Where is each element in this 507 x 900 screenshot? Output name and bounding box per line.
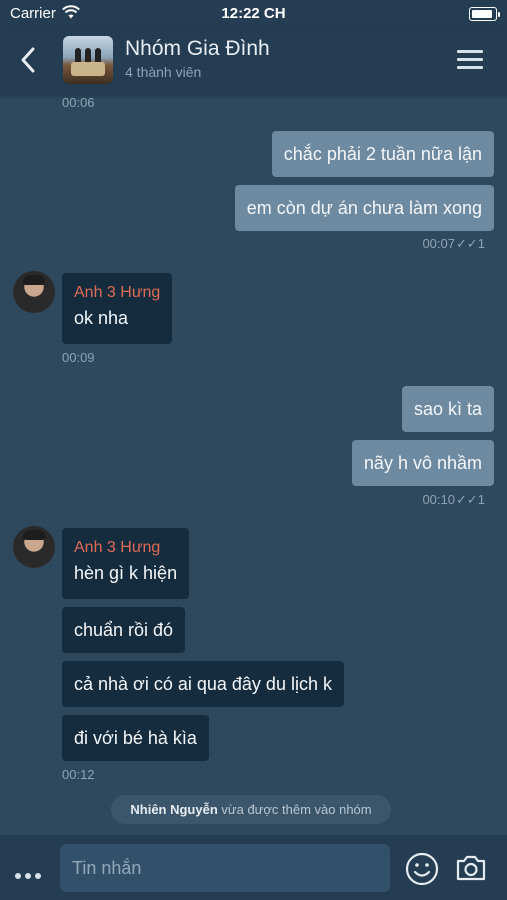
added-member-name: Nhiên Nguyễn bbox=[130, 802, 218, 817]
incoming-message[interactable]: chuẩn rồi đó bbox=[62, 607, 186, 653]
avatar[interactable] bbox=[13, 271, 55, 313]
read-receipt: ✓✓1 bbox=[456, 492, 485, 508]
emoji-icon[interactable] bbox=[405, 852, 439, 891]
outgoing-message[interactable]: sao kì ta bbox=[401, 386, 494, 432]
notice-text: vừa được thêm vào nhóm bbox=[217, 802, 372, 817]
system-notice: Nhiên Nguyễn vừa được thêm vào nhóm bbox=[111, 795, 391, 824]
clock: 12:22 CH bbox=[221, 5, 286, 22]
incoming-message[interactable]: đi với bé hà kìa bbox=[62, 715, 209, 761]
camera-icon[interactable] bbox=[455, 854, 487, 887]
hamburger-menu-icon[interactable] bbox=[457, 50, 483, 70]
message-time: 00:06 bbox=[62, 95, 95, 110]
read-count: 1 bbox=[477, 492, 485, 507]
battery-icon bbox=[469, 7, 500, 21]
outgoing-message[interactable]: chắc phải 2 tuần nữa lận bbox=[271, 131, 494, 177]
group-avatar[interactable] bbox=[63, 36, 113, 84]
member-count: 4 thành viên bbox=[125, 64, 202, 80]
message-time: 00:07 bbox=[422, 236, 455, 251]
status-bar: Carrier 12:22 CH bbox=[0, 0, 507, 28]
message-time: 00:12 bbox=[62, 767, 95, 782]
double-check-icon: ✓✓ bbox=[455, 236, 478, 251]
sender-name: Anh 3 Hưng bbox=[74, 284, 161, 301]
outgoing-message[interactable]: em còn dự án chưa làm xong bbox=[234, 185, 494, 231]
composer-bar bbox=[0, 835, 507, 900]
sender-name: Anh 3 Hưng bbox=[74, 539, 161, 556]
more-options-icon[interactable] bbox=[15, 866, 45, 884]
incoming-message[interactable]: cả nhà ơi có ai qua đây du lịch k bbox=[62, 661, 344, 707]
incoming-message[interactable]: Anh 3 Hưng ok nha bbox=[62, 273, 173, 344]
avatar[interactable] bbox=[13, 526, 55, 568]
incoming-message[interactable]: Anh 3 Hưng hèn gì k hiện bbox=[62, 528, 190, 599]
message-text: hèn gì k hiện bbox=[74, 563, 178, 583]
message-input[interactable] bbox=[60, 844, 390, 892]
read-count: 1 bbox=[477, 236, 485, 251]
chat-header: Nhóm Gia Đình 4 thành viên bbox=[0, 28, 507, 94]
message-time: 00:09 bbox=[62, 350, 95, 365]
double-check-icon: ✓✓ bbox=[455, 492, 478, 507]
read-receipt: ✓✓1 bbox=[456, 236, 485, 252]
message-text: ok nha bbox=[74, 308, 129, 328]
group-name[interactable]: Nhóm Gia Đình bbox=[125, 37, 270, 61]
message-time: 00:10 bbox=[422, 492, 455, 507]
outgoing-message[interactable]: nãy h vô nhầm bbox=[351, 440, 494, 486]
back-icon[interactable] bbox=[20, 47, 36, 78]
